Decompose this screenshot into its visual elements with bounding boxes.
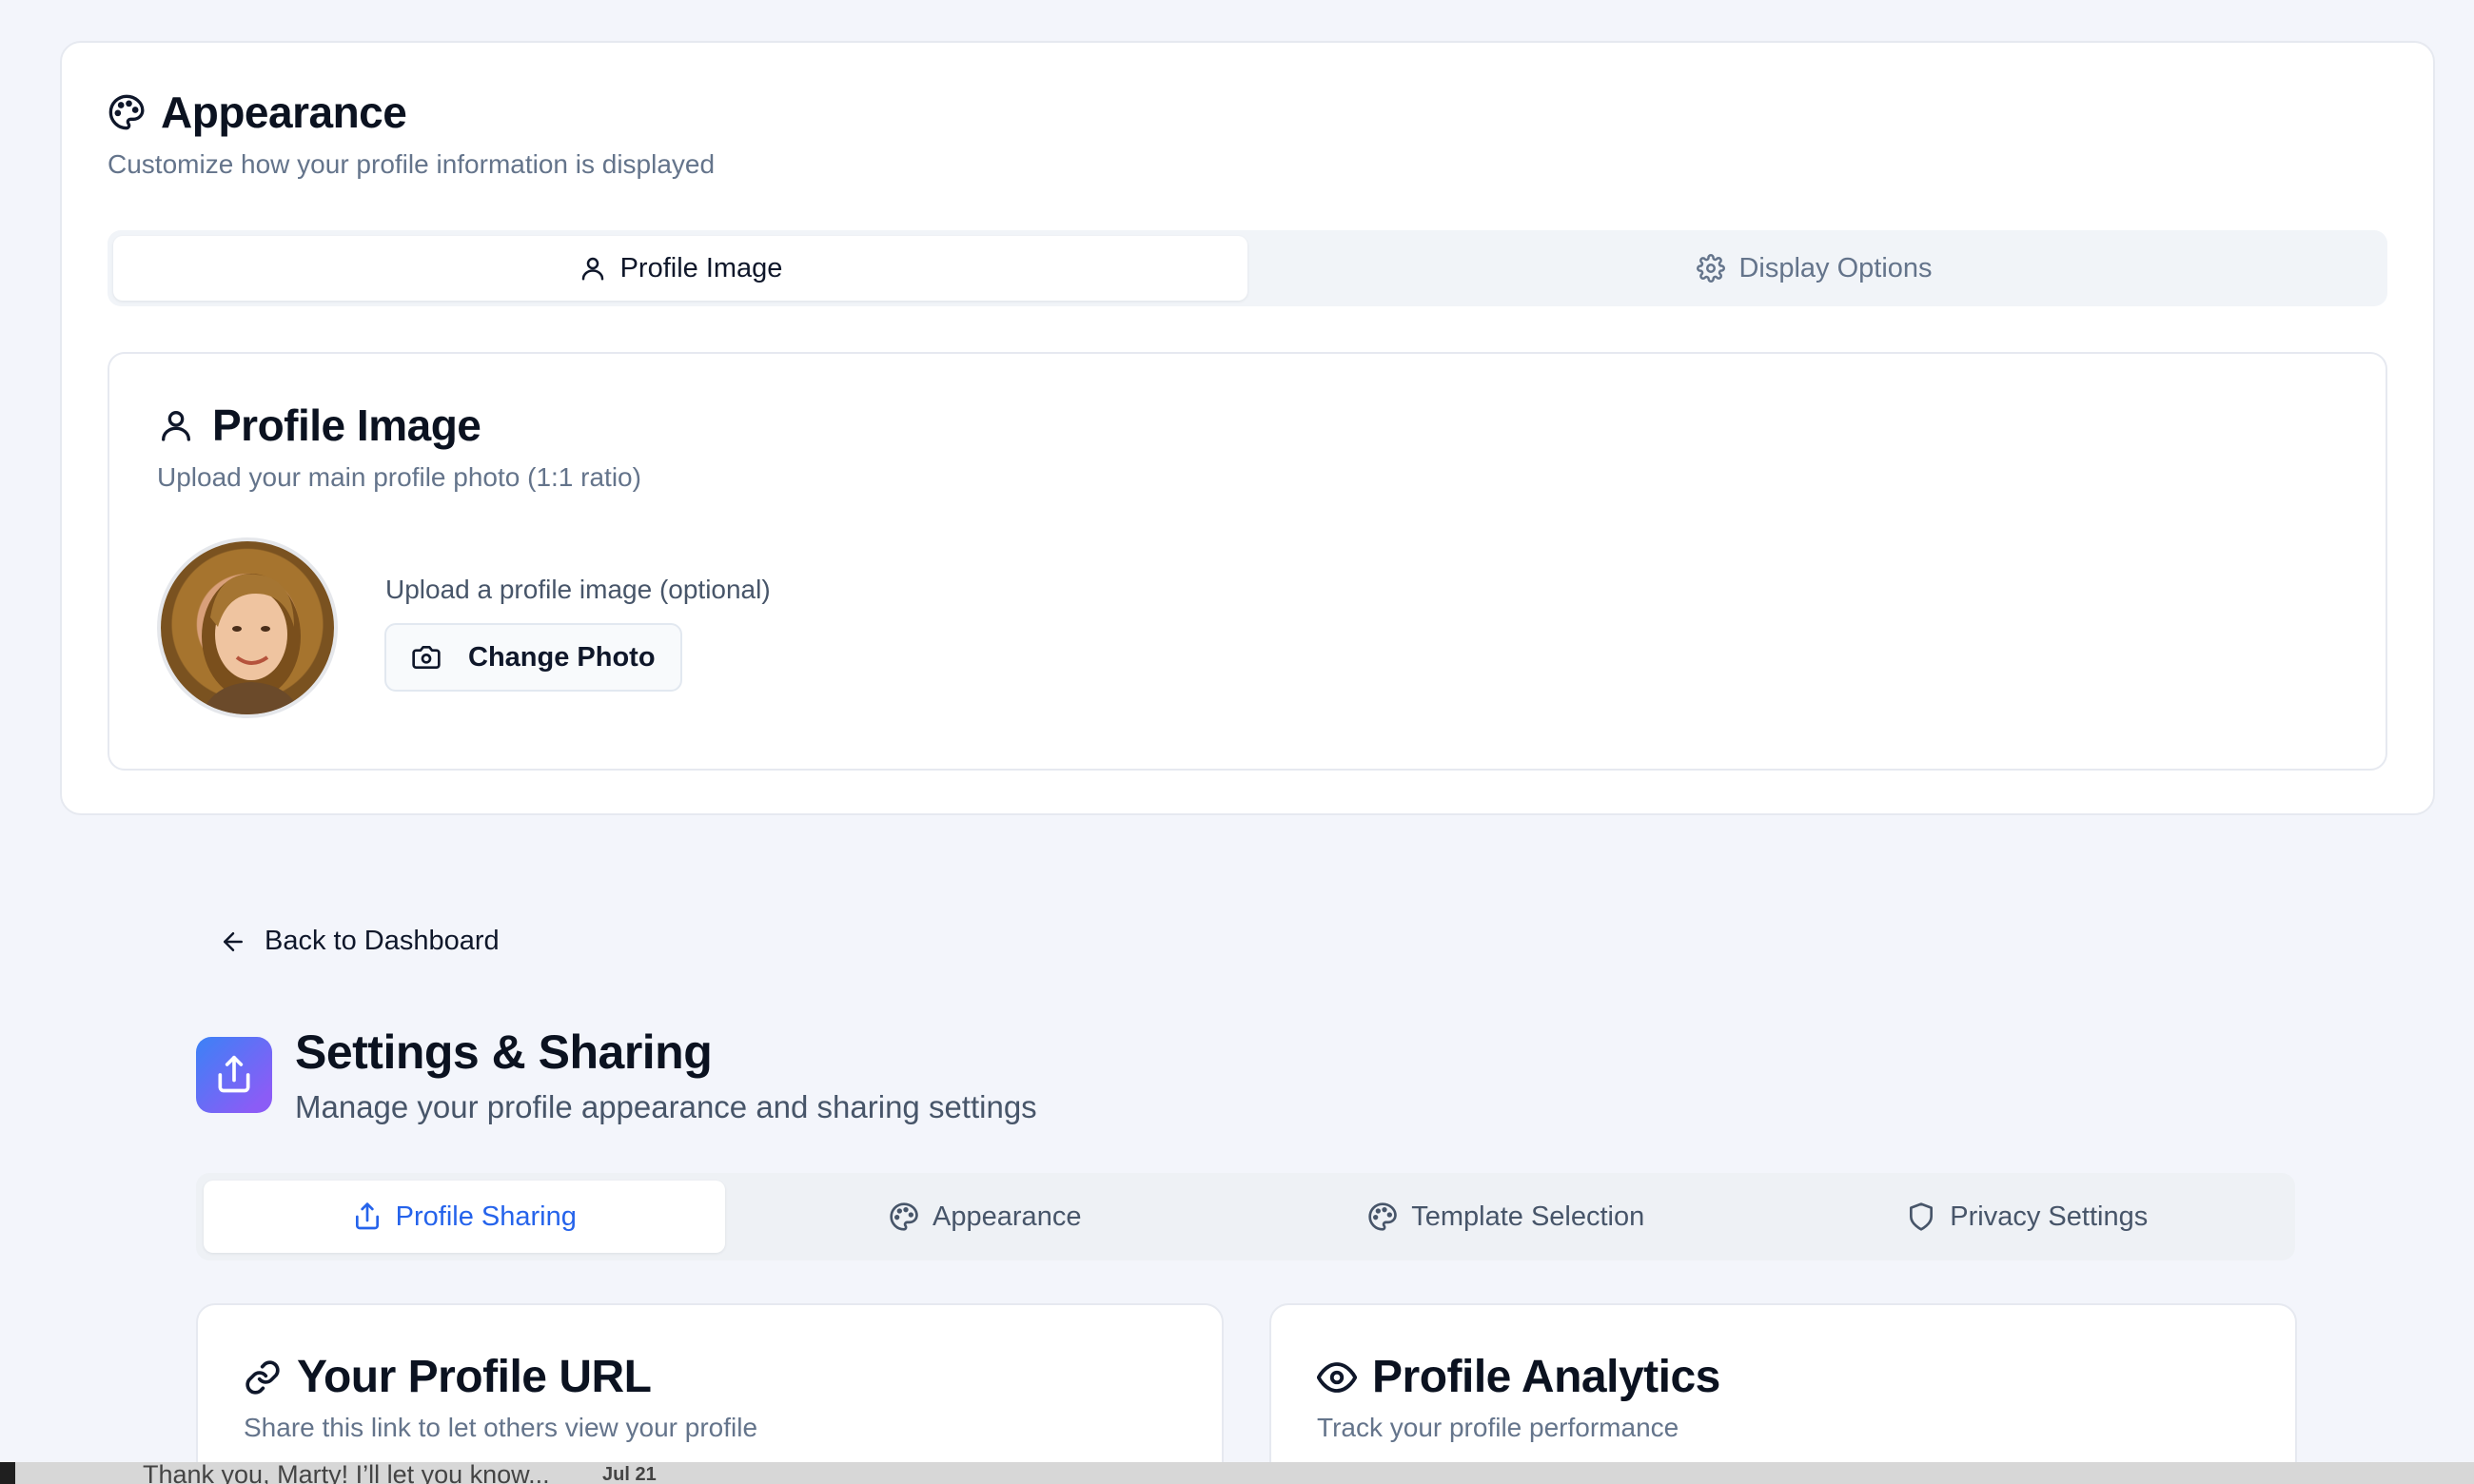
tab-appearance[interactable]: Appearance (725, 1181, 1247, 1253)
tab-profile-image[interactable]: Profile Image (113, 236, 1247, 301)
arrow-left-icon (219, 928, 247, 956)
tab-label: Profile Sharing (395, 1201, 577, 1232)
settings-tabs: Profile Sharing Appearance Template Sele… (196, 1173, 2295, 1260)
profile-url-subtitle: Share this link to let others view your … (244, 1413, 758, 1442)
tab-label: Privacy Settings (1950, 1201, 2149, 1232)
profile-analytics-subtitle: Track your profile performance (1317, 1413, 1679, 1442)
share-app-icon (196, 1037, 272, 1113)
chat-date: Jul 21 (602, 1464, 657, 1484)
chat-message: Thank you, Marty! I’ll let you know... (143, 1462, 550, 1484)
page-title: Settings & Sharing (295, 1025, 713, 1079)
strip-marker (0, 1462, 15, 1484)
change-photo-button[interactable]: Change Photo (384, 623, 682, 692)
tab-label: Display Options (1738, 252, 1933, 283)
back-label: Back to Dashboard (265, 926, 500, 956)
eye-icon (1317, 1357, 1357, 1397)
appearance-subtitle: Customize how your profile information i… (108, 149, 716, 179)
appearance-tabs: Profile Image Display Options (108, 230, 2387, 306)
profile-image-title: Profile Image (212, 400, 481, 450)
tab-profile-sharing[interactable]: Profile Sharing (204, 1181, 725, 1253)
profile-url-card: Your Profile URL Share this link to let … (196, 1303, 1224, 1484)
upload-label: Upload a profile image (optional) (385, 575, 771, 604)
profile-analytics-title: Profile Analytics (1372, 1352, 1720, 1402)
camera-icon (411, 642, 442, 673)
appearance-title: Appearance (161, 88, 407, 137)
appearance-header: Appearance (108, 87, 407, 138)
user-icon (157, 406, 195, 444)
tab-display-options[interactable]: Display Options (1247, 236, 2382, 301)
profile-analytics-header: Profile Analytics (1317, 1351, 1720, 1403)
gear-icon (1697, 254, 1726, 283)
tab-label: Appearance (933, 1201, 1082, 1232)
profile-image-header: Profile Image (157, 400, 481, 451)
palette-icon (108, 93, 146, 131)
shield-icon (1906, 1201, 1936, 1232)
page-subtitle: Manage your profile appearance and shari… (295, 1089, 1037, 1124)
profile-image-panel: Profile Image Upload your main profile p… (108, 352, 2387, 771)
change-photo-label: Change Photo (468, 641, 656, 673)
profile-image-subtitle: Upload your main profile photo (1:1 rati… (157, 462, 641, 492)
profile-analytics-card: Profile Analytics Track your profile per… (1269, 1303, 2297, 1484)
appearance-card: Appearance Customize how your profile in… (60, 41, 2435, 815)
profile-url-header: Your Profile URL (244, 1351, 652, 1403)
palette-icon (889, 1201, 919, 1232)
tab-privacy-settings[interactable]: Privacy Settings (1767, 1181, 2288, 1253)
user-icon (579, 254, 607, 283)
tab-label: Template Selection (1411, 1201, 1645, 1232)
chat-preview-strip[interactable]: Thank you, Marty! I’ll let you know... J… (0, 1462, 2474, 1484)
share-icon (352, 1201, 383, 1232)
avatar (157, 537, 338, 718)
profile-url-title: Your Profile URL (297, 1352, 652, 1402)
tab-template-selection[interactable]: Template Selection (1246, 1181, 1767, 1253)
link-icon (244, 1358, 282, 1396)
palette-icon (1367, 1201, 1398, 1232)
back-to-dashboard-link[interactable]: Back to Dashboard (219, 926, 500, 957)
tab-label: Profile Image (619, 252, 783, 283)
